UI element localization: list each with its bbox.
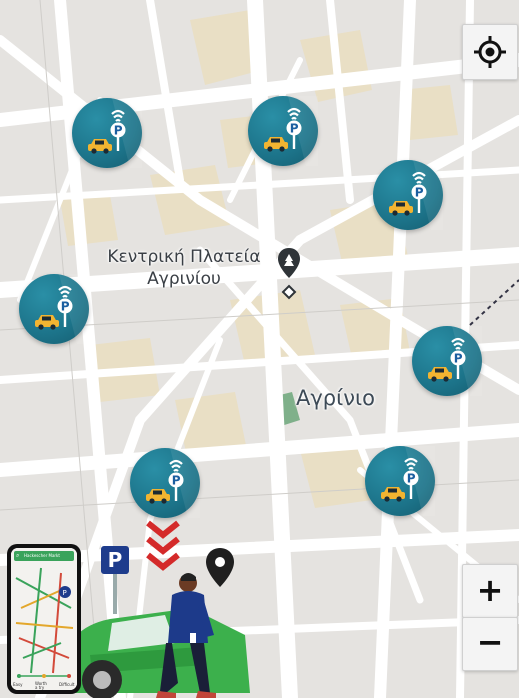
- parking-sign-pole: [113, 574, 117, 614]
- parking-sign-letter: P: [107, 548, 123, 572]
- landmark-label: Κεντρική Πλατεία Αγρινίου: [96, 246, 272, 290]
- phone-search-text: Hackescher Markt: [24, 553, 60, 558]
- phone-search-icon: ⌕: [16, 552, 20, 559]
- phone-search-bar: ⌕ Hackescher Markt: [14, 551, 74, 561]
- parking-car-wifi-icon: P: [389, 160, 443, 230]
- svg-text:P: P: [290, 121, 299, 135]
- phone-map: P: [11, 548, 77, 690]
- parking-sign: P: [101, 546, 129, 574]
- parking-marker-5[interactable]: P: [412, 326, 482, 396]
- landmark-pin-icon[interactable]: [276, 246, 302, 306]
- parking-car-wifi-icon: P: [146, 448, 200, 518]
- svg-text:P: P: [172, 473, 181, 487]
- crosshair-icon: [474, 36, 506, 68]
- svg-text:P: P: [415, 185, 424, 199]
- phone-mockup: P ⌕ Hackescher Markt Easy Worth a try Di…: [7, 544, 81, 694]
- parking-car-wifi-icon: P: [88, 98, 142, 168]
- parking-marker-4[interactable]: P: [19, 274, 89, 344]
- parking-car-wifi-icon: P: [381, 446, 435, 516]
- phone-screen: P ⌕ Hackescher Markt Easy Worth a try Di…: [11, 548, 77, 690]
- parking-car-wifi-icon: P: [35, 274, 89, 344]
- parking-car-wifi-icon: P: [264, 96, 318, 166]
- parking-marker-7[interactable]: P: [365, 446, 435, 516]
- svg-text:P: P: [61, 299, 70, 313]
- phone-legend-easy: Easy: [13, 682, 23, 687]
- city-label: Αγρίνιο: [296, 386, 375, 410]
- phone-legend-worth: Worth a try: [35, 681, 47, 690]
- map-view[interactable]: P P P P P P P Κεντρική Πλατεία Αγρινίου …: [0, 0, 519, 698]
- parking-marker-2[interactable]: P: [248, 96, 318, 166]
- locate-button[interactable]: [462, 24, 518, 80]
- parking-marker-6[interactable]: P: [130, 448, 200, 518]
- zoom-in-button[interactable]: +: [462, 564, 518, 618]
- parking-car-wifi-icon: P: [428, 326, 482, 396]
- landmark-label-line1: Κεντρική Πλατεία: [107, 247, 261, 267]
- parking-marker-1[interactable]: P: [72, 98, 142, 168]
- parking-marker-3[interactable]: P: [373, 160, 443, 230]
- zoom-out-button[interactable]: −: [462, 617, 518, 671]
- svg-text:P: P: [114, 123, 123, 137]
- svg-text:P: P: [407, 471, 416, 485]
- phone-legend-difficult: Difficult: [59, 682, 75, 687]
- svg-text:P: P: [454, 351, 463, 365]
- landmark-label-line2: Αγρινίου: [147, 269, 221, 289]
- svg-text:P: P: [63, 589, 67, 597]
